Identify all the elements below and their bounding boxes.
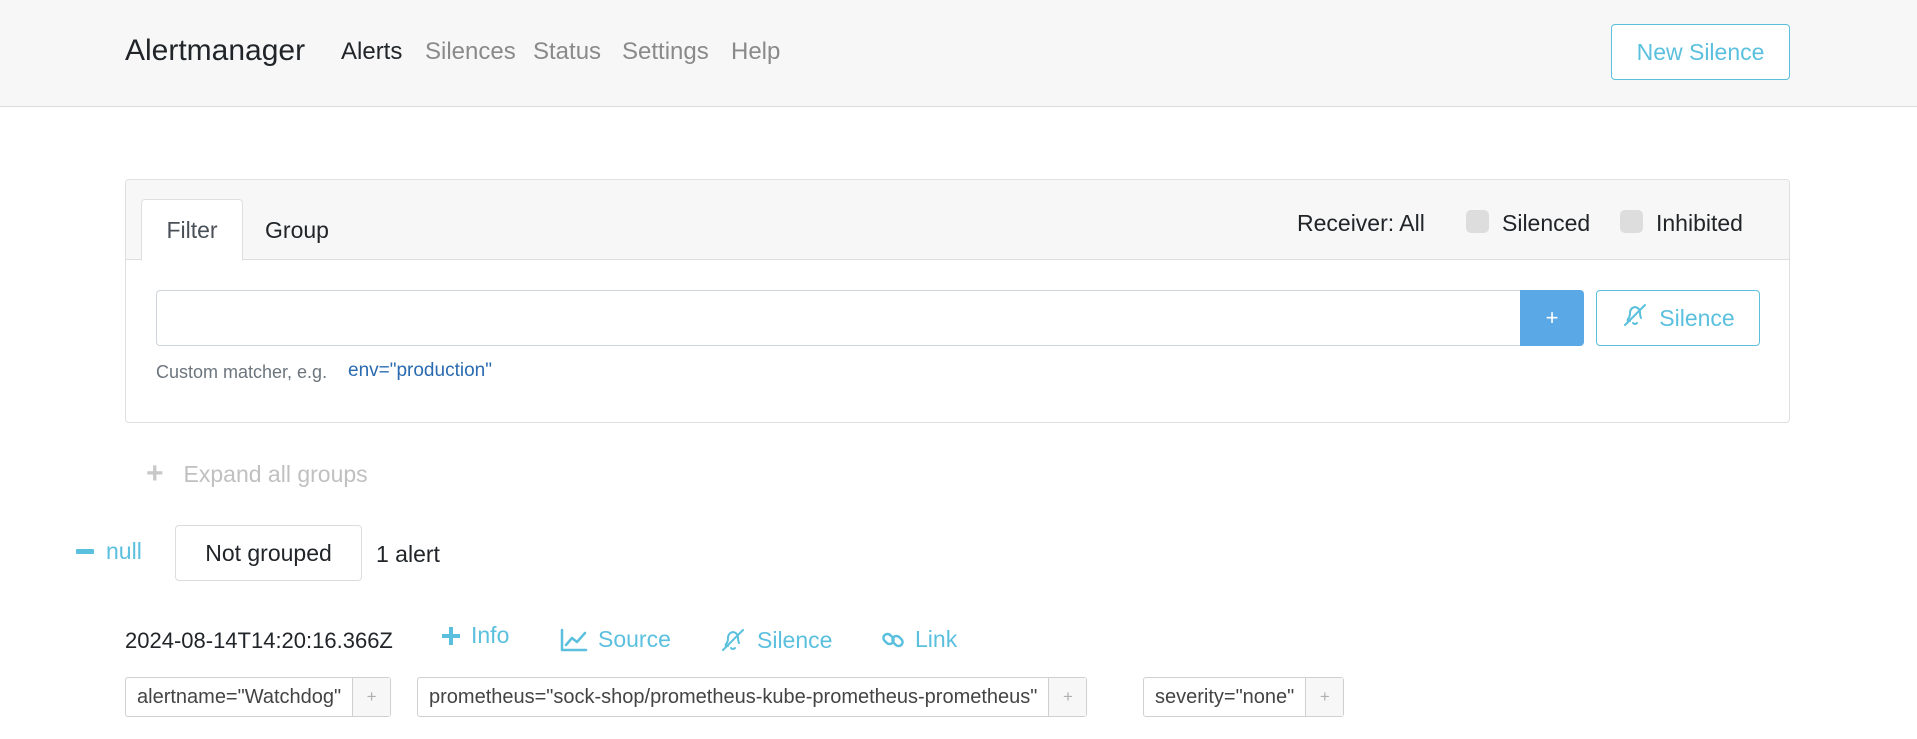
filter-silence-button[interactable]: Silence	[1596, 290, 1760, 346]
add-label-filter-button[interactable]: +	[1048, 678, 1087, 716]
add-matcher-button[interactable]: +	[1520, 290, 1584, 346]
chart-line-icon	[560, 628, 588, 652]
alert-link-label: Link	[915, 626, 958, 652]
matcher-input[interactable]	[156, 290, 1521, 346]
tab-group[interactable]: Group	[243, 199, 351, 261]
filter-card: Filter Group Receiver: All Silenced Inhi…	[125, 179, 1790, 423]
alert-info-label: Info	[471, 622, 510, 648]
alert-label-tag: prometheus="sock-shop/prometheus-kube-pr…	[417, 677, 1088, 717]
nav-link-silences[interactable]: Silences	[425, 38, 516, 66]
new-silence-button[interactable]: New Silence	[1611, 24, 1790, 80]
plus-icon	[441, 626, 461, 646]
nav-link-status[interactable]: Status	[533, 38, 601, 66]
alert-label-text[interactable]: prometheus="sock-shop/prometheus-kube-pr…	[418, 678, 1048, 716]
receiver-selector[interactable]: Receiver: All	[1297, 210, 1425, 237]
group-toggle-label: null	[106, 538, 142, 564]
navbar: Alertmanager Alerts Silences Status Sett…	[0, 0, 1917, 107]
tab-filter[interactable]: Filter	[141, 199, 243, 261]
silenced-label[interactable]: Silenced	[1502, 210, 1590, 237]
matcher-hint: Custom matcher, e.g.	[156, 362, 328, 382]
alert-source-label: Source	[598, 626, 671, 652]
alert-timestamp: 2024-08-14T14:20:16.366Z	[125, 628, 393, 653]
alert-silence-button[interactable]: Silence	[719, 626, 832, 654]
alert-source-button[interactable]: Source	[560, 626, 671, 653]
expand-all-groups-button[interactable]: + Expand all groups	[146, 459, 368, 489]
inhibited-checkbox[interactable]	[1620, 210, 1643, 233]
filter-card-header: Filter Group Receiver: All Silenced Inhi…	[126, 180, 1789, 261]
alert-info-button[interactable]: Info	[441, 622, 509, 649]
nav-link-settings[interactable]: Settings	[622, 38, 709, 66]
minus-icon	[76, 549, 94, 554]
alert-label-tag: severity="none" +	[1143, 677, 1345, 717]
alert-label-tag: alertname="Watchdog" +	[125, 677, 392, 717]
expand-all-groups-label: Expand all groups	[183, 460, 368, 487]
brand-logo[interactable]: Alertmanager	[125, 34, 305, 68]
group-label-badge: Not grouped	[175, 525, 362, 581]
bell-slash-icon	[1621, 301, 1649, 335]
matcher-hint-example: env="production"	[348, 360, 492, 381]
nav-link-alerts[interactable]: Alerts	[341, 38, 402, 66]
link-icon	[881, 628, 905, 652]
alert-link-button[interactable]: Link	[881, 626, 957, 653]
alert-silence-label: Silence	[757, 626, 833, 653]
add-label-filter-button[interactable]: +	[1305, 678, 1344, 716]
alert-count: 1 alert	[376, 541, 440, 567]
alert-label-text[interactable]: severity="none"	[1144, 678, 1305, 716]
nav-link-help[interactable]: Help	[731, 38, 780, 66]
add-label-filter-button[interactable]: +	[352, 678, 391, 716]
inhibited-label[interactable]: Inhibited	[1656, 210, 1743, 237]
alert-label-text[interactable]: alertname="Watchdog"	[126, 678, 352, 716]
filter-silence-label: Silence	[1659, 304, 1735, 331]
plus-icon: +	[146, 457, 164, 490]
silenced-checkbox[interactable]	[1466, 210, 1489, 233]
bell-slash-icon	[719, 626, 747, 654]
group-collapse-toggle[interactable]: null	[76, 538, 142, 565]
